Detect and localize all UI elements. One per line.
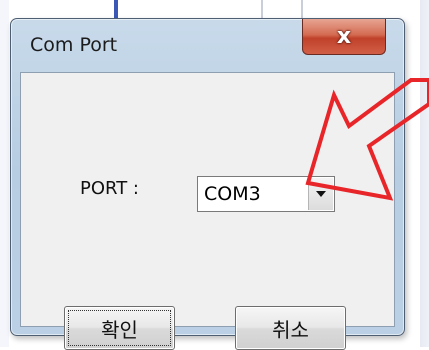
focus-rectangle — [68, 310, 171, 346]
dropdown-button[interactable] — [308, 178, 333, 210]
close-icon: x — [336, 24, 352, 49]
port-select-value: COM3 — [204, 183, 261, 205]
port-select[interactable]: COM3 — [197, 176, 335, 212]
close-button[interactable]: x — [302, 19, 386, 55]
cancel-button-label: 취소 — [272, 317, 309, 342]
ok-button[interactable]: 확인 — [64, 306, 175, 350]
dialog-body: PORT : COM3 확인 취소 — [20, 72, 395, 350]
chevron-down-icon — [316, 191, 326, 197]
port-label: PORT : — [80, 178, 140, 199]
dialog-title: Com Port — [30, 34, 118, 56]
cancel-button[interactable]: 취소 — [235, 306, 346, 350]
com-port-dialog: Com Port x PORT : COM3 확인 취소 — [10, 18, 405, 350]
